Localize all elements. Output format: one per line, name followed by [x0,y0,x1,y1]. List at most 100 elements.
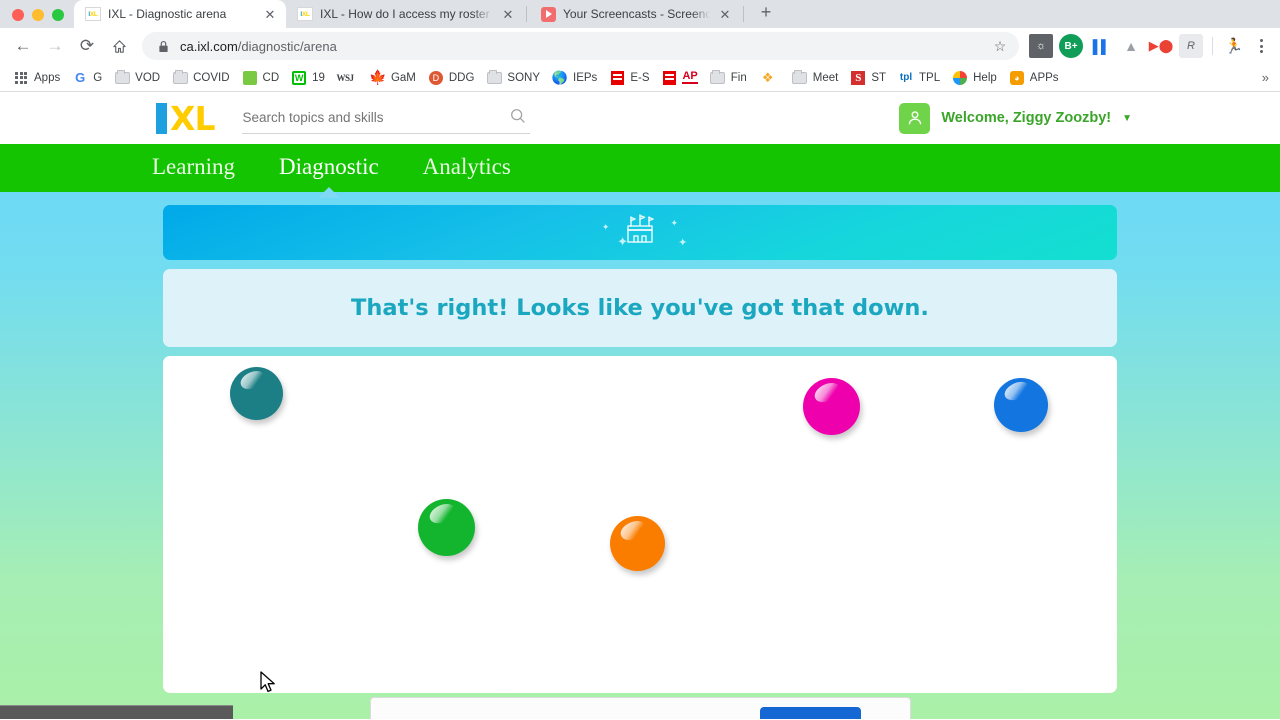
tab-title: IXL - How do I access my roster [320,7,490,21]
nav-item-learning[interactable]: Learning [152,154,235,182]
browser-window: I XL IXL - Diagnostic arena ✕ I XL IXL - H… [0,0,1280,720]
bookmark-label: DDG [448,71,475,84]
bookmark-label: GaM [390,71,416,84]
bookmark-19[interactable]: W 19 [285,67,331,89]
bookmark-ieps[interactable]: 🌎 IEPs [546,67,603,89]
bookmark-help[interactable]: Help [946,67,1003,89]
bookmark-label: Help [973,71,997,84]
toolbar-divider [1212,37,1213,55]
user-avatar-icon [899,102,931,134]
new-tab-button[interactable]: + [752,0,780,28]
duckduckgo-icon: D [428,70,444,86]
bookmark-label: Apps [34,71,61,84]
bookmark-apps2[interactable]: ◕ APPs [1003,67,1065,89]
forward-icon[interactable]: → [40,31,70,61]
bookmark-dots[interactable]: ❖ [753,67,786,89]
green-bubble[interactable] [418,499,475,556]
browser-tab-1[interactable]: I XL IXL - Diagnostic arena ✕ [74,0,286,28]
mouse-cursor [260,671,277,699]
bars-extension-icon[interactable]: ▌▌ [1089,34,1113,58]
close-window-button[interactable] [12,9,24,21]
bookmark-meet[interactable]: Meet [786,67,845,89]
bookmark-cd[interactable]: CD [236,67,286,89]
bookmark-label: 19 [312,71,325,84]
primary-action-button[interactable] [760,707,861,719]
teal-bubble[interactable] [230,367,283,420]
minimize-window-button[interactable] [32,9,44,21]
tab-strip: I XL IXL - Diagnostic arena ✕ I XL IXL - H… [0,0,1280,28]
search-box[interactable] [242,103,531,134]
tab-title: Your Screencasts - Screencast [563,7,710,21]
maximize-window-button[interactable] [52,9,64,21]
partially-visible-dialog[interactable] [370,697,911,719]
download-shelf[interactable] [0,705,233,719]
apps-orange-icon: ◕ [1009,70,1025,86]
search-input[interactable] [242,110,483,125]
bookmark-label: TPL [919,71,941,84]
red-e-icon [609,70,625,86]
address-bar[interactable]: ca.ixl.com/diagnostic/arena ☆ [142,32,1019,60]
window-traffic-lights [8,9,74,28]
ixl-logo[interactable]: XL [156,98,215,138]
url-host: ca.ixl.com [180,38,238,54]
bookmark-es[interactable]: E-S [603,67,655,89]
bookmark-star-icon[interactable]: ☆ [987,38,1013,55]
bookmark-st[interactable]: S ST [844,67,892,89]
bookmark-sony[interactable]: SONY [480,67,546,89]
bookmark-ap[interactable]: AP [655,67,703,89]
bookmark-ddg[interactable]: D DDG [422,67,481,89]
bookmark-label: E-S [630,71,650,84]
tab-close-button[interactable]: ✕ [262,6,278,22]
bookmark-tpl[interactable]: tpl TPL [892,67,946,89]
bookmark-fin[interactable]: Fin [704,67,753,89]
kebab-menu-icon[interactable] [1250,39,1272,53]
browser-tab-3[interactable]: Your Screencasts - Screencast ✕ [529,0,741,28]
s-red-icon: S [850,70,866,86]
arena-board [163,356,1117,693]
tpl-icon: tpl [899,72,913,83]
bookmark-label: Fin [730,71,747,84]
back-icon[interactable]: ← [8,31,38,61]
tab-title: IXL - Diagnostic arena [108,7,227,21]
search-icon[interactable] [510,108,530,128]
bookmark-wsj[interactable]: WSJ [331,67,364,89]
orange-bubble[interactable] [610,516,665,571]
user-menu[interactable]: Welcome, Ziggy Zoozby! ▼ [899,102,1132,134]
bookmark-gam[interactable]: 🍁 GaM [364,67,422,89]
chevron-down-icon[interactable]: ▼ [1122,113,1132,124]
home-icon[interactable] [104,31,134,61]
profile-avatar-icon[interactable]: 🏃 [1222,34,1246,58]
r-extension-icon[interactable]: R [1179,34,1203,58]
bookmark-label: APPs [1029,71,1059,84]
browser-tab-2[interactable]: I XL IXL - How do I access my roster ✕ [286,0,524,28]
folder-icon [486,69,502,86]
bookmark-covid[interactable]: COVID [166,67,235,89]
bplus-extension-icon[interactable]: B+ [1059,34,1083,58]
logo-text: XL [170,98,215,138]
w-square-icon: W [291,70,307,86]
bookmark-vod[interactable]: VOD [108,67,166,89]
bookmark-label: SONY [507,71,541,84]
lock-icon [156,40,170,53]
bookmark-label: G [93,71,103,84]
bookmark-g[interactable]: G G [66,67,108,89]
nav-item-analytics[interactable]: Analytics [423,154,511,182]
magenta-bubble[interactable] [803,378,860,435]
tab-close-button[interactable]: ✕ [500,6,516,22]
bookmark-label: ST [871,71,887,84]
tab-divider [743,6,744,22]
bookmarks-overflow-icon[interactable]: » [1262,70,1273,85]
screencast-play-favicon [540,6,556,22]
lamp-note-extension-icon[interactable]: ☼ [1029,34,1053,58]
folder-icon [792,69,808,86]
google-drive-extension-icon[interactable]: ▲ [1119,34,1143,58]
help-color-icon [952,70,968,86]
tab-close-button[interactable]: ✕ [717,6,733,22]
nav-item-diagnostic[interactable]: Diagnostic [279,154,379,182]
bookmark-apps[interactable]: Apps [7,67,66,89]
page-content: XL Welcome, Ziggy Zoozby! ▼ Learning Dia… [0,92,1280,719]
tab-divider [526,6,527,22]
reload-icon[interactable]: ⟳ [72,31,102,61]
screen-recorder-extension-icon[interactable]: ▶⬤ [1149,34,1174,58]
blue-bubble[interactable] [994,378,1048,432]
